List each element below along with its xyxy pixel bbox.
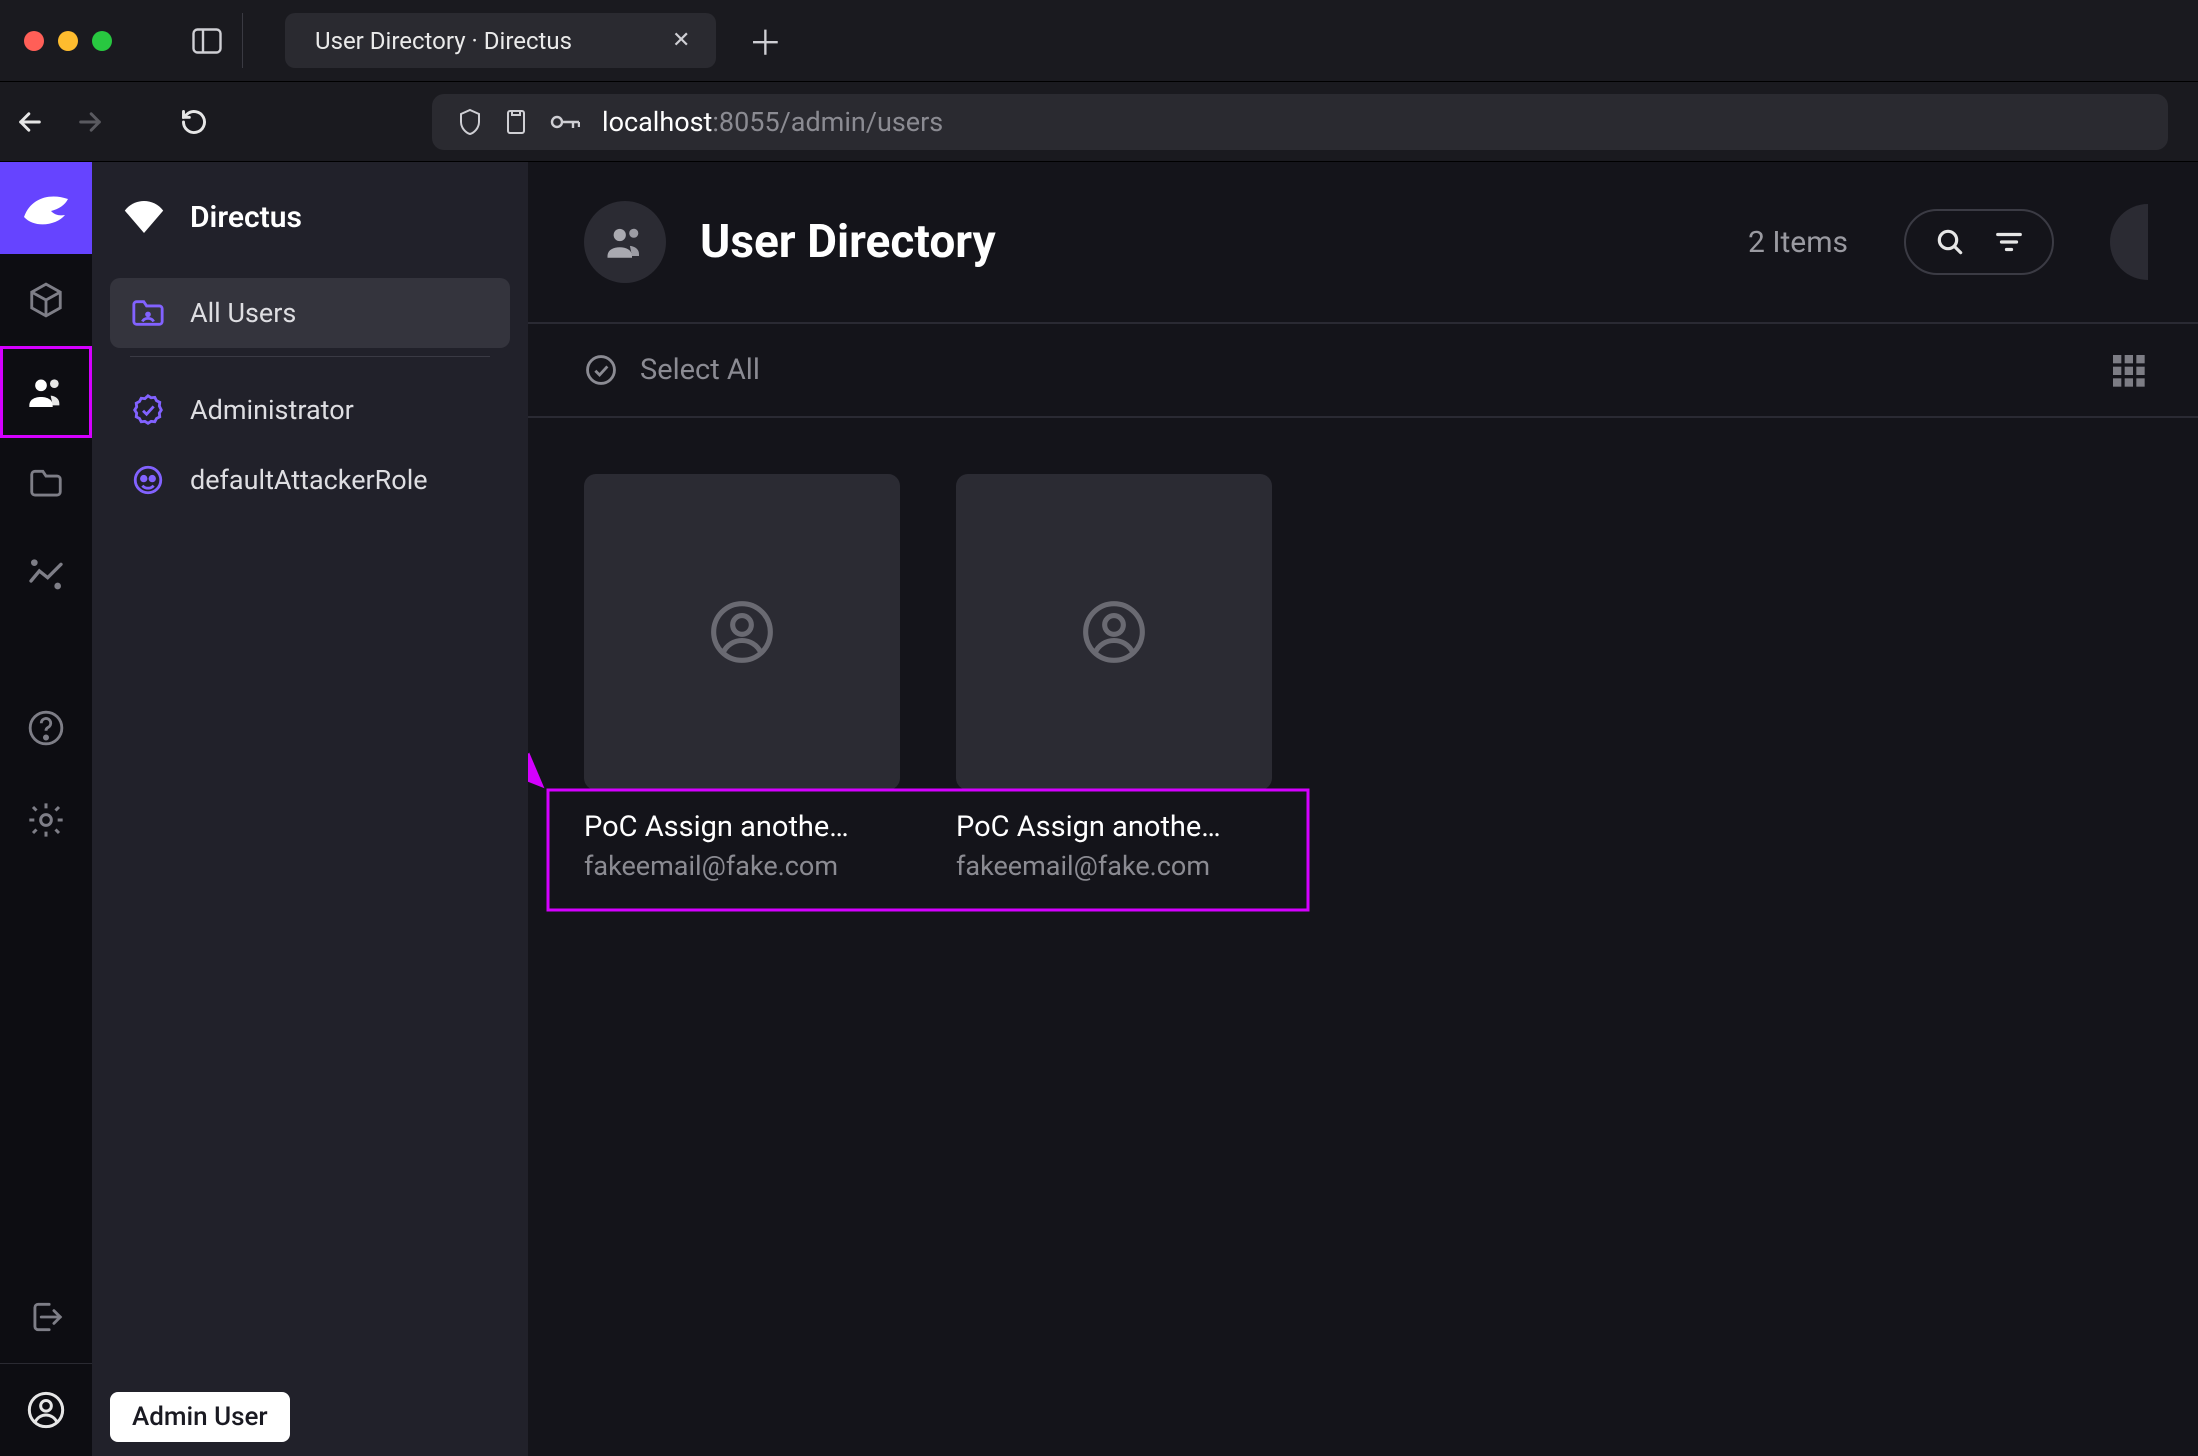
select-all-icon[interactable]	[584, 353, 618, 387]
layout-grid-icon[interactable]	[2108, 350, 2148, 390]
rail-item-users[interactable]	[0, 346, 92, 438]
user-card-email: fakeemail@fake.com	[956, 850, 1272, 882]
window-close-button[interactable]	[24, 31, 44, 51]
rail-item-profile[interactable]	[0, 1364, 92, 1456]
new-tab-button[interactable]: ＋	[748, 16, 782, 65]
nav-item-administrator[interactable]: Administrator	[110, 375, 510, 445]
tab-title: User Directory · Directus	[315, 27, 572, 55]
nav-reload-button[interactable]	[172, 100, 216, 144]
page-info-icon	[504, 108, 528, 136]
nav-item-all-users[interactable]: All Users	[110, 278, 510, 348]
nav-forward-button[interactable]	[68, 100, 112, 144]
shield-icon	[458, 108, 482, 136]
page-header: User Directory 2 Items	[528, 162, 2198, 322]
profile-tooltip: Admin User	[110, 1392, 290, 1442]
key-icon	[550, 111, 580, 133]
avatar-placeholder-icon	[956, 474, 1272, 790]
nav-item-label: Administrator	[190, 394, 354, 426]
item-count: 2 Items	[1748, 225, 1848, 260]
browser-sidebar-toggle-icon[interactable]	[192, 28, 222, 54]
module-rail	[0, 162, 92, 1456]
window-zoom-button[interactable]	[92, 31, 112, 51]
browser-toolbar: localhost:8055/admin/users	[0, 82, 2198, 162]
nav-panel-title: Directus	[190, 200, 302, 235]
user-card[interactable]: PoC Assign anothe… fakeemail@fake.com	[956, 474, 1272, 882]
rail-item-signout[interactable]	[0, 1271, 92, 1363]
filter-icon	[1994, 227, 2024, 257]
nav-list: All Users Administrator defaultAttackerR…	[92, 272, 528, 521]
user-cards: PoC Assign anothe… fakeemail@fake.com Po…	[528, 418, 2198, 882]
avatar-placeholder-icon	[584, 474, 900, 790]
traffic-lights	[0, 31, 180, 51]
verified-icon	[130, 392, 166, 428]
tab-close-icon[interactable]: ✕	[672, 28, 690, 53]
user-card-name: PoC Assign anothe…	[956, 810, 1272, 844]
nav-panel-header: Directus	[92, 162, 528, 272]
add-button[interactable]	[2110, 204, 2148, 280]
mask-icon	[130, 462, 166, 498]
rail-item-content[interactable]	[0, 254, 92, 346]
url-text: localhost:8055/admin/users	[602, 106, 943, 138]
nav-divider	[130, 356, 490, 357]
url-field[interactable]: localhost:8055/admin/users	[432, 94, 2168, 150]
rail-item-files[interactable]	[0, 438, 92, 530]
brand-logo[interactable]	[0, 162, 92, 254]
rail-item-insights[interactable]	[0, 530, 92, 622]
rail-item-docs[interactable]	[0, 682, 92, 774]
search-filter-pill[interactable]	[1904, 209, 2054, 275]
page-header-icon	[584, 201, 666, 283]
page-title: User Directory	[700, 215, 996, 269]
user-card[interactable]: PoC Assign anothe… fakeemail@fake.com	[584, 474, 900, 882]
user-card-email: fakeemail@fake.com	[584, 850, 900, 882]
user-card-name: PoC Assign anothe…	[584, 810, 900, 844]
nav-back-button[interactable]	[8, 100, 52, 144]
window-titlebar: User Directory · Directus ✕ ＋	[0, 0, 2198, 82]
users-folder-icon	[130, 295, 166, 331]
url-host: localhost	[602, 106, 712, 138]
app-root: Directus All Users Administrator defa	[0, 162, 2198, 1456]
nav-item-label: defaultAttackerRole	[190, 464, 428, 496]
window-minimize-button[interactable]	[58, 31, 78, 51]
rail-item-settings[interactable]	[0, 774, 92, 866]
search-icon	[1934, 226, 1966, 258]
nav-item-label: All Users	[190, 297, 296, 329]
select-all-label[interactable]: Select All	[640, 353, 760, 387]
nav-panel: Directus All Users Administrator defa	[92, 162, 528, 1456]
main-content: User Directory 2 Items Select All	[528, 162, 2198, 1456]
nav-item-defaultattackerrole[interactable]: defaultAttackerRole	[110, 445, 510, 515]
url-path: :8055/admin/users	[712, 106, 943, 138]
titlebar-separator	[242, 13, 243, 68]
listing-toolbar: Select All	[528, 322, 2198, 418]
wifi-icon	[124, 201, 164, 233]
browser-tab[interactable]: User Directory · Directus ✕	[285, 13, 716, 68]
